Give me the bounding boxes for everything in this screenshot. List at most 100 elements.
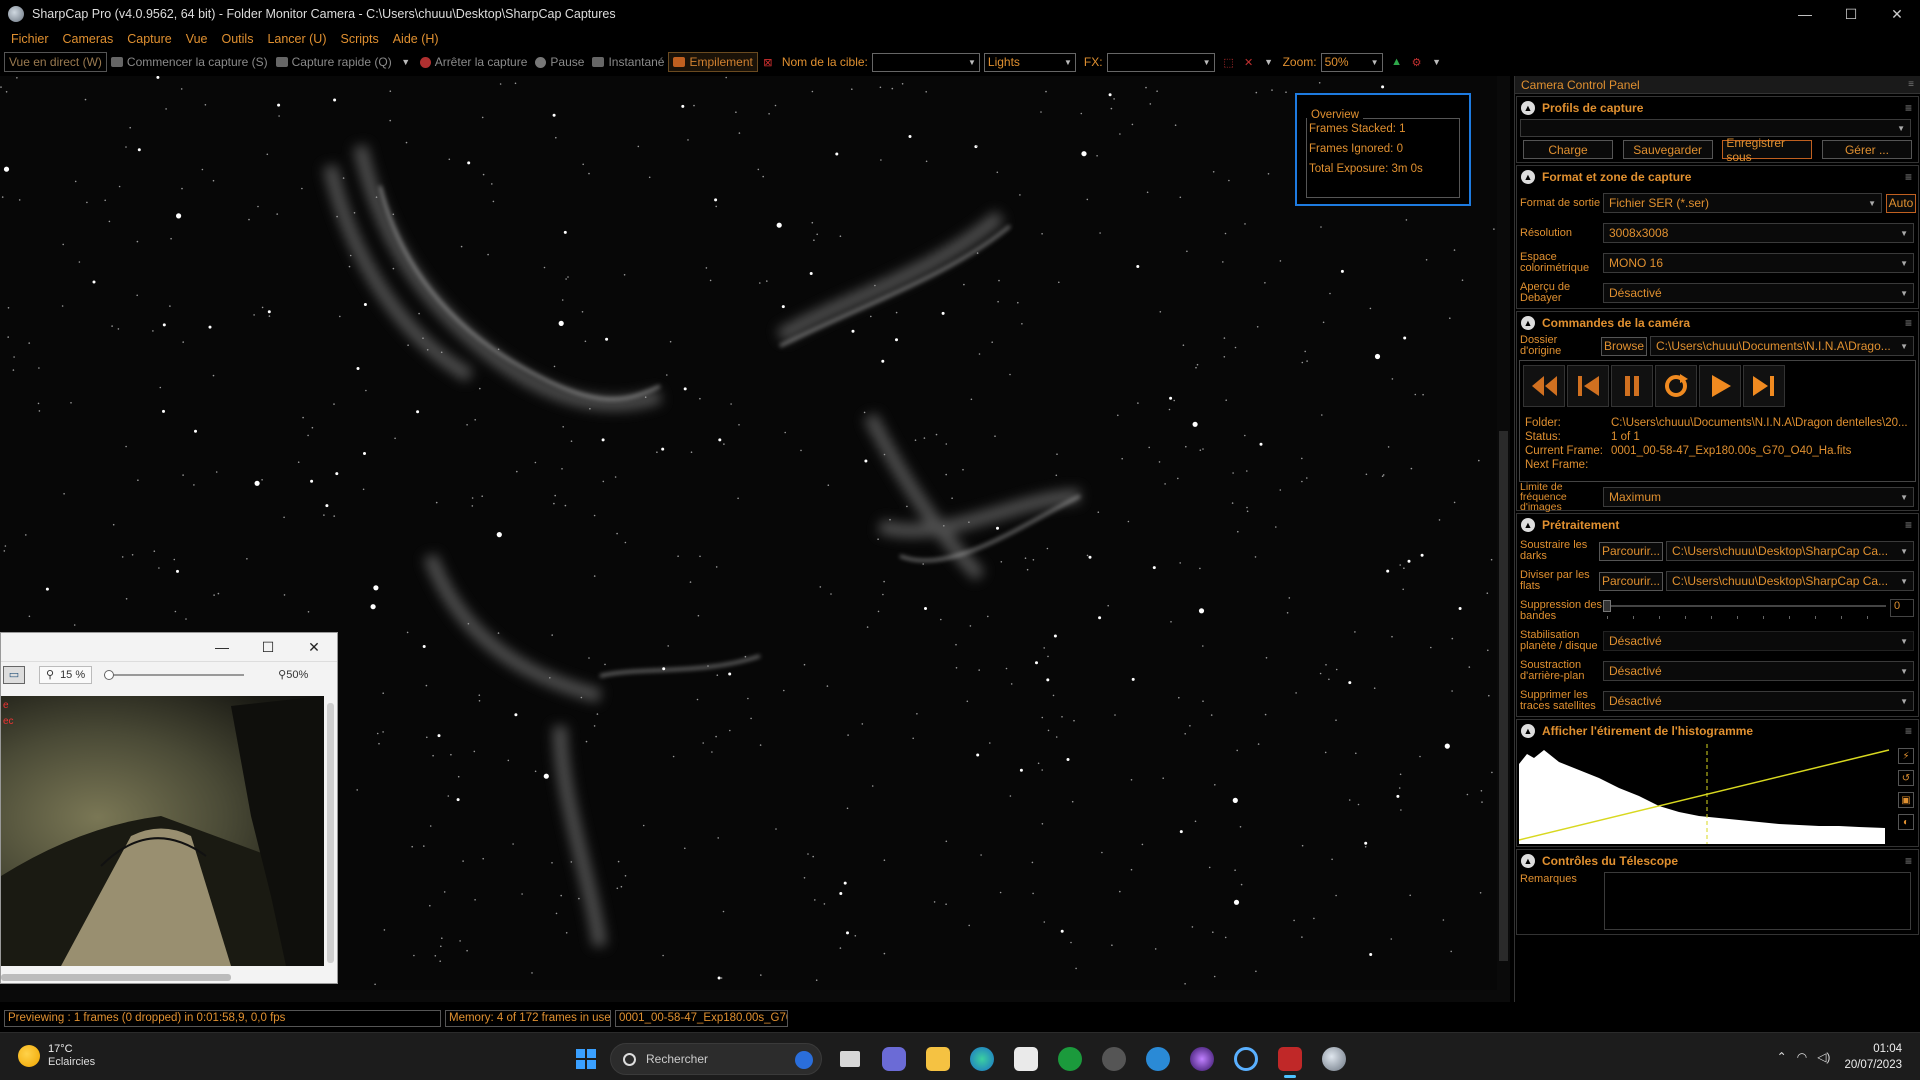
taskbar-search[interactable]: Rechercher (610, 1043, 822, 1075)
save-profile-button[interactable]: Sauvegarder (1622, 140, 1713, 159)
bing-icon[interactable] (795, 1051, 813, 1069)
flats-combo[interactable]: C:\Users\chuuu\Desktop\SharpCap Ca... ▼ (1666, 571, 1914, 591)
menu-outils[interactable]: Outils (215, 32, 261, 46)
zoom-in-label[interactable]: ⚲50% (278, 668, 308, 681)
chevron-down-icon[interactable]: ▼ (1262, 55, 1276, 69)
screen-icon[interactable]: ▭ (3, 665, 25, 684)
viewport-horizontal-scrollbar[interactable] (0, 990, 1497, 1002)
stabilization-combo[interactable]: Désactivé ▼ (1603, 631, 1914, 651)
zoom-out-box[interactable]: ⚲ 15 % (39, 665, 93, 684)
wifi-icon[interactable]: ◠ (1797, 1050, 1807, 1064)
banding-slider[interactable]: 0 (1603, 599, 1914, 623)
fps-limit-combo[interactable]: Maximum ▼ (1603, 487, 1914, 507)
lightning-icon[interactable]: ⚡ (1898, 748, 1914, 764)
ring-app-button[interactable] (1226, 1039, 1266, 1079)
histogram-icon[interactable]: ▲ (1390, 55, 1404, 69)
quick-capture-button[interactable]: Capture rapide (Q) (272, 52, 396, 72)
preview-horizontal-scrollbar[interactable] (1, 974, 231, 981)
close-button[interactable]: ✕ (291, 639, 337, 656)
camera-controls-header[interactable]: ▲ Commandes de la caméra ≡ (1517, 312, 1918, 334)
start-button[interactable] (568, 1041, 604, 1077)
preview-vertical-scrollbar[interactable] (327, 703, 334, 963)
zoom-combo[interactable]: 50% ▼ (1320, 52, 1383, 72)
satellite-combo[interactable]: Désactivé ▼ (1603, 691, 1914, 711)
task-view-button[interactable] (830, 1039, 870, 1079)
menu-scripts[interactable]: Scripts (334, 32, 386, 46)
sharpcap-taskbar-button[interactable] (1314, 1039, 1354, 1079)
allsky-preview-window[interactable]: — ☐ ✕ ▭ ⚲ 15 % ⚲50% e ec (0, 632, 338, 984)
pause-button[interactable]: Pause (531, 52, 588, 72)
menu-icon[interactable]: ≡ (1905, 316, 1912, 330)
panel-menu-icon[interactable]: ≡ (1908, 79, 1914, 90)
load-profile-button[interactable]: Charge (1523, 140, 1613, 159)
menu-capture[interactable]: Capture (120, 32, 178, 46)
stacking-button[interactable]: Empilement (668, 52, 758, 72)
menu-icon[interactable]: ≡ (1905, 518, 1912, 532)
output-format-combo[interactable]: Fichier SER (*.ser) ▼ (1603, 193, 1882, 213)
grey-app-button[interactable] (1094, 1039, 1134, 1079)
browse-button[interactable]: Browse (1601, 336, 1647, 356)
remarks-textarea[interactable] (1604, 872, 1911, 930)
format-header[interactable]: ▲ Format et zone de capture ≡ (1517, 166, 1918, 188)
red-app-button[interactable] (1270, 1039, 1310, 1079)
reset-icon[interactable]: ↺ (1898, 770, 1914, 786)
histogram-header[interactable]: ▲ Afficher l'étirement de l'histogramme … (1517, 720, 1918, 742)
chevron-up-icon[interactable]: ⌃ (1777, 1050, 1787, 1064)
slider-handle[interactable] (1603, 600, 1611, 612)
close-button[interactable]: ✕ (1874, 0, 1920, 28)
fx-combo[interactable]: ▼ (1106, 52, 1215, 72)
snapshot-button[interactable]: Instantané (588, 52, 668, 72)
profile-combo[interactable]: ▼ (1520, 119, 1911, 137)
darks-combo[interactable]: C:\Users\chuuu\Desktop\SharpCap Ca... ▼ (1666, 541, 1914, 561)
refresh-button[interactable] (1655, 365, 1697, 407)
speaker-icon[interactable]: ◁) (1817, 1050, 1830, 1064)
darks-browse-button[interactable]: Parcourir... (1599, 541, 1663, 561)
collapse-icon[interactable]: ▲ (1521, 724, 1535, 738)
preview-zoom-slider[interactable] (104, 668, 245, 682)
telescope-header[interactable]: ▲ Contrôles du Télescope ≡ (1517, 850, 1918, 872)
minimize-button[interactable]: — (1782, 0, 1828, 28)
green-app-button[interactable] (1050, 1039, 1090, 1079)
debayer-combo[interactable]: Désactivé ▼ (1603, 283, 1914, 303)
viewport-vertical-scrollbar[interactable] (1497, 76, 1510, 1002)
auto-button[interactable]: Auto (1886, 193, 1916, 213)
teams-chat-button[interactable] (874, 1039, 914, 1079)
menu-cameras[interactable]: Cameras (56, 32, 121, 46)
profiles-header[interactable]: ▲ Profils de capture ≡ (1517, 97, 1918, 119)
menu-vue[interactable]: Vue (179, 32, 215, 46)
banding-value[interactable]: 0 (1890, 599, 1914, 617)
background-combo[interactable]: Désactivé ▼ (1603, 661, 1914, 681)
target-name-combo[interactable]: ▼ (871, 52, 980, 72)
rewind-button[interactable] (1523, 365, 1565, 407)
pause-playback-button[interactable] (1611, 365, 1653, 407)
manage-profiles-button[interactable]: Gérer ... (1821, 140, 1912, 159)
collapse-icon[interactable]: ▲ (1521, 101, 1535, 115)
menu-aide[interactable]: Aide (H) (386, 32, 446, 46)
collapse-icon[interactable]: ▲ (1521, 316, 1535, 330)
scrollbar-thumb[interactable] (1499, 431, 1508, 961)
preprocessing-header[interactable]: ▲ Prétraitement ≡ (1517, 514, 1918, 536)
clock[interactable]: 01:04 20/07/2023 (1844, 1041, 1902, 1073)
collapse-icon[interactable]: ▲ (1521, 170, 1535, 184)
maximize-button[interactable]: ☐ (245, 639, 291, 656)
collapse-icon[interactable]: ▲ (1521, 854, 1535, 868)
previous-button[interactable] (1567, 365, 1609, 407)
colorspace-combo[interactable]: MONO 16 ▼ (1603, 253, 1914, 273)
play-button[interactable] (1699, 365, 1741, 407)
chevron-down-icon[interactable]: ▼ (399, 55, 413, 69)
start-capture-button[interactable]: Commencer la capture (S) (107, 52, 272, 72)
live-view-button[interactable]: Vue en direct (W) (4, 52, 107, 72)
save-as-profile-button[interactable]: Enregistrer sous (1722, 136, 1813, 164)
maximize-button[interactable]: ☐ (1828, 0, 1874, 28)
collapse-icon[interactable]: ▲ (1521, 518, 1535, 532)
slider-handle[interactable] (104, 669, 115, 680)
target-icon[interactable]: ⊠ (761, 55, 775, 69)
store-button[interactable] (1006, 1039, 1046, 1079)
stop-capture-button[interactable]: Arrêter la capture (416, 52, 532, 72)
menu-icon[interactable]: ≡ (1905, 170, 1912, 184)
minimize-button[interactable]: — (199, 639, 245, 655)
save-icon[interactable]: ▣ (1898, 792, 1914, 808)
reticle-icon[interactable]: ✕ (1242, 55, 1256, 69)
weather-widget[interactable]: 17°C Eclaircies (18, 1043, 95, 1069)
frame-type-combo[interactable]: Lights ▼ (983, 52, 1076, 72)
